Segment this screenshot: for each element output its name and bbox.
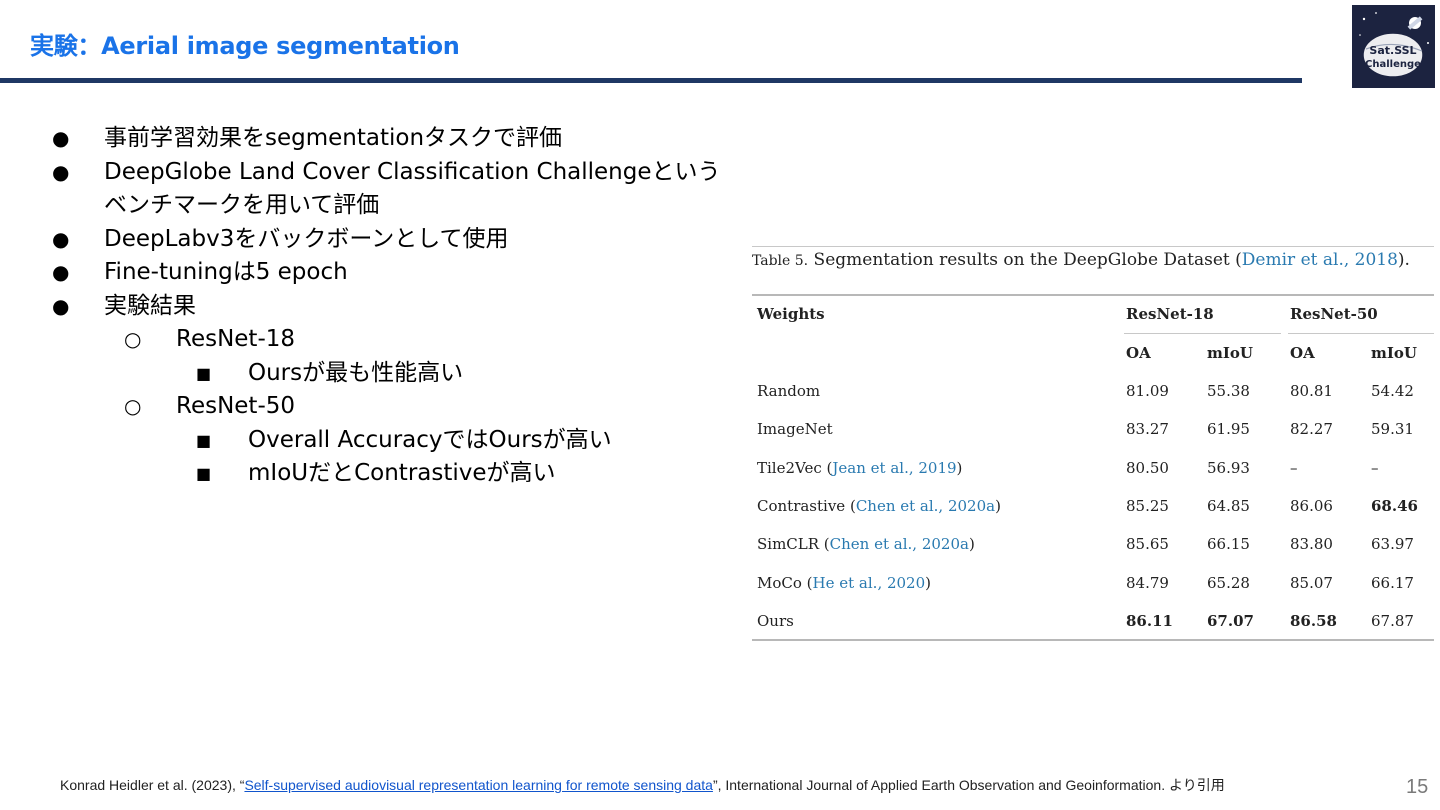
table-row-label: Ours	[757, 612, 794, 630]
table-cell: 86.11	[1126, 612, 1173, 630]
bullet-text: 実験結果	[104, 292, 196, 319]
bullet-text: DeepLabv3をバックボーンとして使用	[104, 225, 509, 252]
table-cell: 83.80	[1290, 535, 1333, 553]
bullet-list: ● 事前学習効果をsegmentationタスクで評価 ● DeepGlobe La…	[52, 122, 732, 491]
logo-line-1: Sat.SSL	[1369, 44, 1416, 57]
table-header-top-rule	[752, 294, 1434, 296]
page-number: 15	[1406, 776, 1429, 798]
bullet-marker: ●	[52, 159, 70, 184]
table-row-label: ImageNet	[757, 420, 833, 438]
table-cell: 86.58	[1290, 612, 1337, 630]
bullet-text: Fine-tuningは5 epoch	[104, 259, 348, 285]
table-row-label: Contrastive (Chen et al., 2020a)	[757, 497, 1001, 515]
bullet-text: Oursが最も性能高い	[248, 359, 464, 386]
sat-ssl-challenge-logo: Sat.SSL Challenge	[1352, 5, 1435, 88]
table-cell: –	[1371, 459, 1379, 477]
bullet-marker: ●	[52, 126, 70, 150]
table-cell: 84.79	[1126, 574, 1169, 592]
table-caption: Table 5. Segmentation results on the Dee…	[752, 250, 1410, 270]
table-bottom-rule	[752, 639, 1434, 641]
row-citation-link[interactable]: Chen et al., 2020a	[830, 535, 969, 553]
paper-link[interactable]: Self-supervised audiovisual representati…	[244, 777, 713, 793]
sub-sub-bullet-item: ■ Oursが最も性能高い	[52, 357, 732, 391]
table-cell: 68.46	[1371, 497, 1418, 515]
bullet-marker: ○	[124, 327, 142, 351]
subheader-miou-50: mIoU	[1371, 344, 1417, 362]
sub-sub-bullet-item: ■ Overall AccuracyではOursが高い	[52, 424, 732, 458]
table-row-label: Tile2Vec (Jean et al., 2019)	[757, 459, 963, 477]
caption-citation-link[interactable]: Demir et al., 2018	[1242, 250, 1398, 270]
table-cell: 85.25	[1126, 497, 1169, 515]
table-cell: 85.65	[1126, 535, 1169, 553]
table-cell: 64.85	[1207, 497, 1250, 515]
bullet-item: ● Fine-tuningは5 epoch	[52, 256, 732, 290]
table-cell: 66.15	[1207, 535, 1250, 553]
title-divider	[0, 78, 1302, 83]
sub-sub-bullet-item: ■ mIoUだとContrastiveが高い	[52, 457, 732, 491]
group-rule-resnet50	[1288, 333, 1434, 334]
row-citation-link[interactable]: Jean et al., 2019	[832, 459, 956, 477]
bullet-text: DeepGlobe Land Cover Classification Chal…	[104, 158, 721, 219]
bullet-text: 事前学習効果をsegmentationタスクで評価	[104, 125, 563, 151]
table-cell: 86.06	[1290, 497, 1333, 515]
results-table-figure: Table 5. Segmentation results on the Dee…	[752, 246, 1434, 642]
table-cell: 66.17	[1371, 574, 1414, 592]
group-rule-resnet18	[1124, 333, 1281, 334]
table-cell: –	[1290, 459, 1298, 477]
bullet-marker: ■	[196, 363, 212, 383]
bullet-text: Overall AccuracyではOursが高い	[248, 426, 612, 453]
table-cell: 80.81	[1290, 382, 1333, 400]
header-weights: Weights	[757, 305, 825, 323]
bullet-marker: ●	[52, 226, 70, 251]
header-resnet50: ResNet-50	[1290, 305, 1378, 323]
bullet-marker: ●	[52, 293, 70, 318]
table-cell: 83.27	[1126, 420, 1169, 438]
table-cell: 85.07	[1290, 574, 1333, 592]
bullet-text: mIoUだとContrastiveが高い	[248, 460, 556, 486]
bullet-item: ● 事前学習効果をsegmentationタスクで評価	[52, 122, 732, 156]
bullet-text: ResNet-50	[176, 393, 296, 419]
header-resnet18: ResNet-18	[1126, 305, 1214, 323]
subheader-miou-18: mIoU	[1207, 344, 1253, 362]
table-cell: 67.07	[1207, 612, 1254, 630]
sub-bullet-item: ○ ResNet-18	[52, 323, 732, 357]
slide-title: 実験：Aerial image segmentation	[30, 32, 460, 60]
table-row-label: MoCo (He et al., 2020)	[757, 574, 932, 592]
table-cell: 63.97	[1371, 535, 1414, 553]
table-cell: 80.50	[1126, 459, 1169, 477]
subheader-oa-50: OA	[1290, 344, 1315, 362]
table-row-label: SimCLR (Chen et al., 2020a)	[757, 535, 975, 553]
bullet-text: ResNet-18	[176, 326, 296, 352]
footer-citation: Konrad Heidler et al. (2023), “Self-supe…	[60, 777, 1225, 793]
table-cell: 55.38	[1207, 382, 1250, 400]
table-cell: 56.93	[1207, 459, 1250, 477]
bullet-item: ● 実験結果	[52, 290, 732, 324]
subheader-oa-18: OA	[1126, 344, 1151, 362]
table-row-label: Random	[757, 382, 821, 400]
bullet-item: ● DeepLabv3をバックボーンとして使用	[52, 223, 732, 257]
table-cell: 81.09	[1126, 382, 1169, 400]
table-cell: 67.87	[1371, 612, 1414, 630]
table-cell: 65.28	[1207, 574, 1250, 592]
table-cell: 61.95	[1207, 420, 1250, 438]
table-top-rule	[752, 246, 1434, 247]
logo-graphic: Sat.SSL Challenge	[1359, 12, 1429, 78]
bullet-marker: ●	[52, 260, 70, 284]
logo-line-2: Challenge	[1365, 59, 1421, 70]
bullet-marker: ○	[124, 394, 142, 418]
row-citation-link[interactable]: Chen et al., 2020a	[856, 497, 995, 515]
table-cell: 82.27	[1290, 420, 1333, 438]
table-cell: 54.42	[1371, 382, 1414, 400]
sub-bullet-item: ○ ResNet-50	[52, 390, 732, 424]
bullet-marker: ■	[196, 464, 212, 483]
bullet-marker: ■	[196, 430, 212, 450]
bullet-item: ● DeepGlobe Land Cover Classification Cha…	[52, 156, 732, 223]
row-citation-link[interactable]: He et al., 2020	[813, 574, 926, 592]
table-cell: 59.31	[1371, 420, 1414, 438]
